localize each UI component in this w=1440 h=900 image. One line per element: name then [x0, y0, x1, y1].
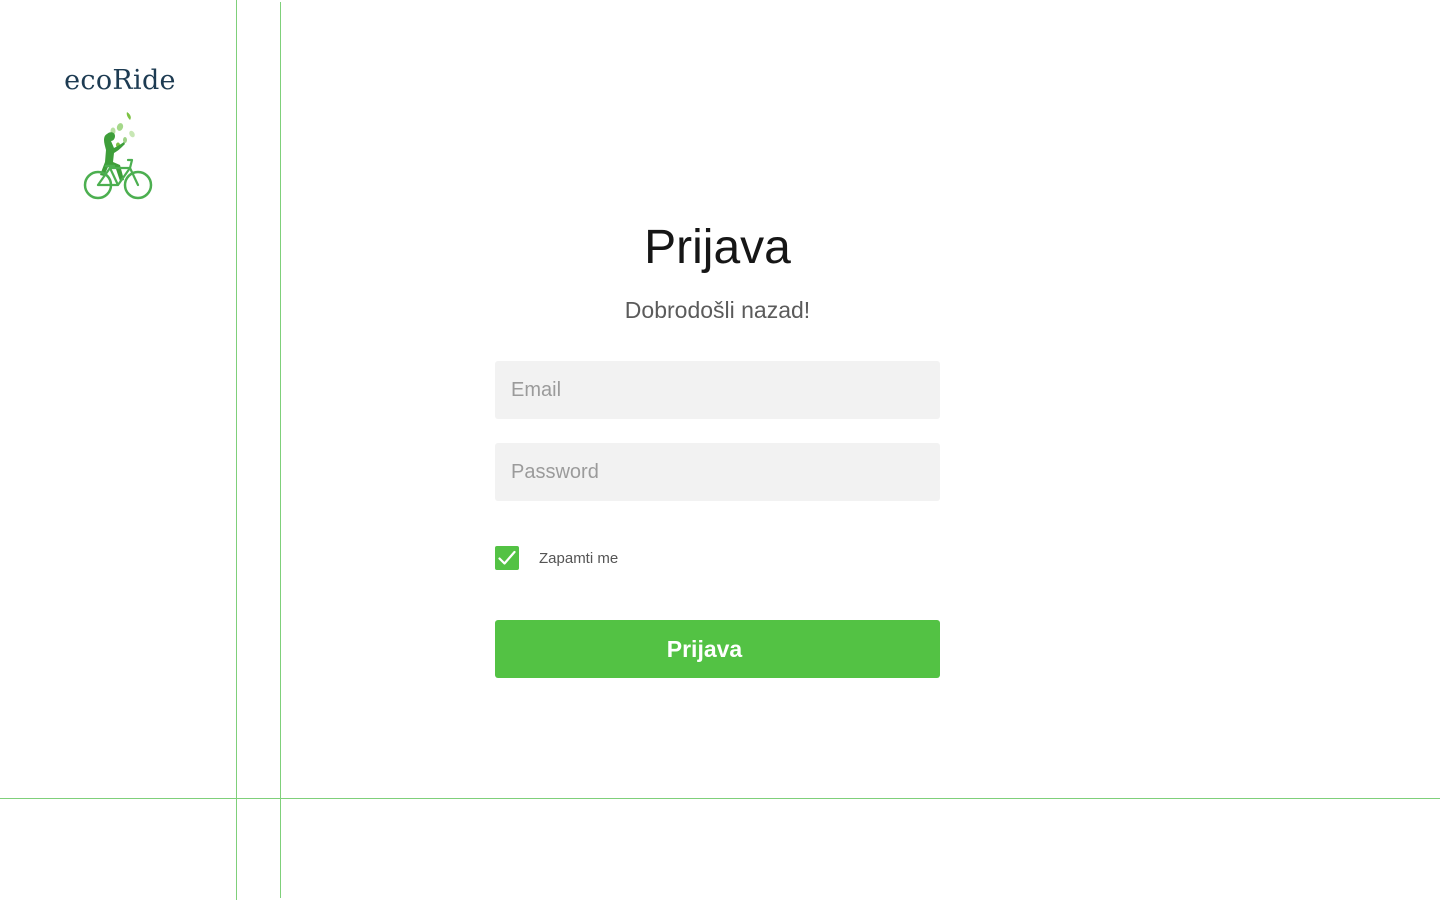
email-input[interactable] — [495, 361, 940, 419]
welcome-subtitle: Dobrodošli nazad! — [624, 297, 811, 323]
remember-me-checkbox[interactable] — [495, 546, 519, 570]
brand: ecoRide — [40, 62, 200, 202]
login-page: ecoRide Prijava Dobrodošli nazad! Email … — [0, 0, 1440, 900]
guide-line-vertical-right — [280, 2, 281, 898]
login-button[interactable]: Prijava — [495, 620, 940, 678]
checkmark-icon — [498, 550, 516, 565]
remember-me-row: Zapamti me — [495, 546, 618, 570]
password-input[interactable] — [495, 443, 940, 501]
remember-me-label[interactable]: Zapamti me — [539, 550, 618, 567]
guide-line-horizontal — [0, 798, 1440, 799]
guide-line-vertical-left — [236, 0, 237, 900]
brand-name: ecoRide — [64, 65, 176, 96]
page-title: Prijava — [644, 221, 791, 274]
cyclist-leaves-logo-icon — [83, 112, 153, 200]
